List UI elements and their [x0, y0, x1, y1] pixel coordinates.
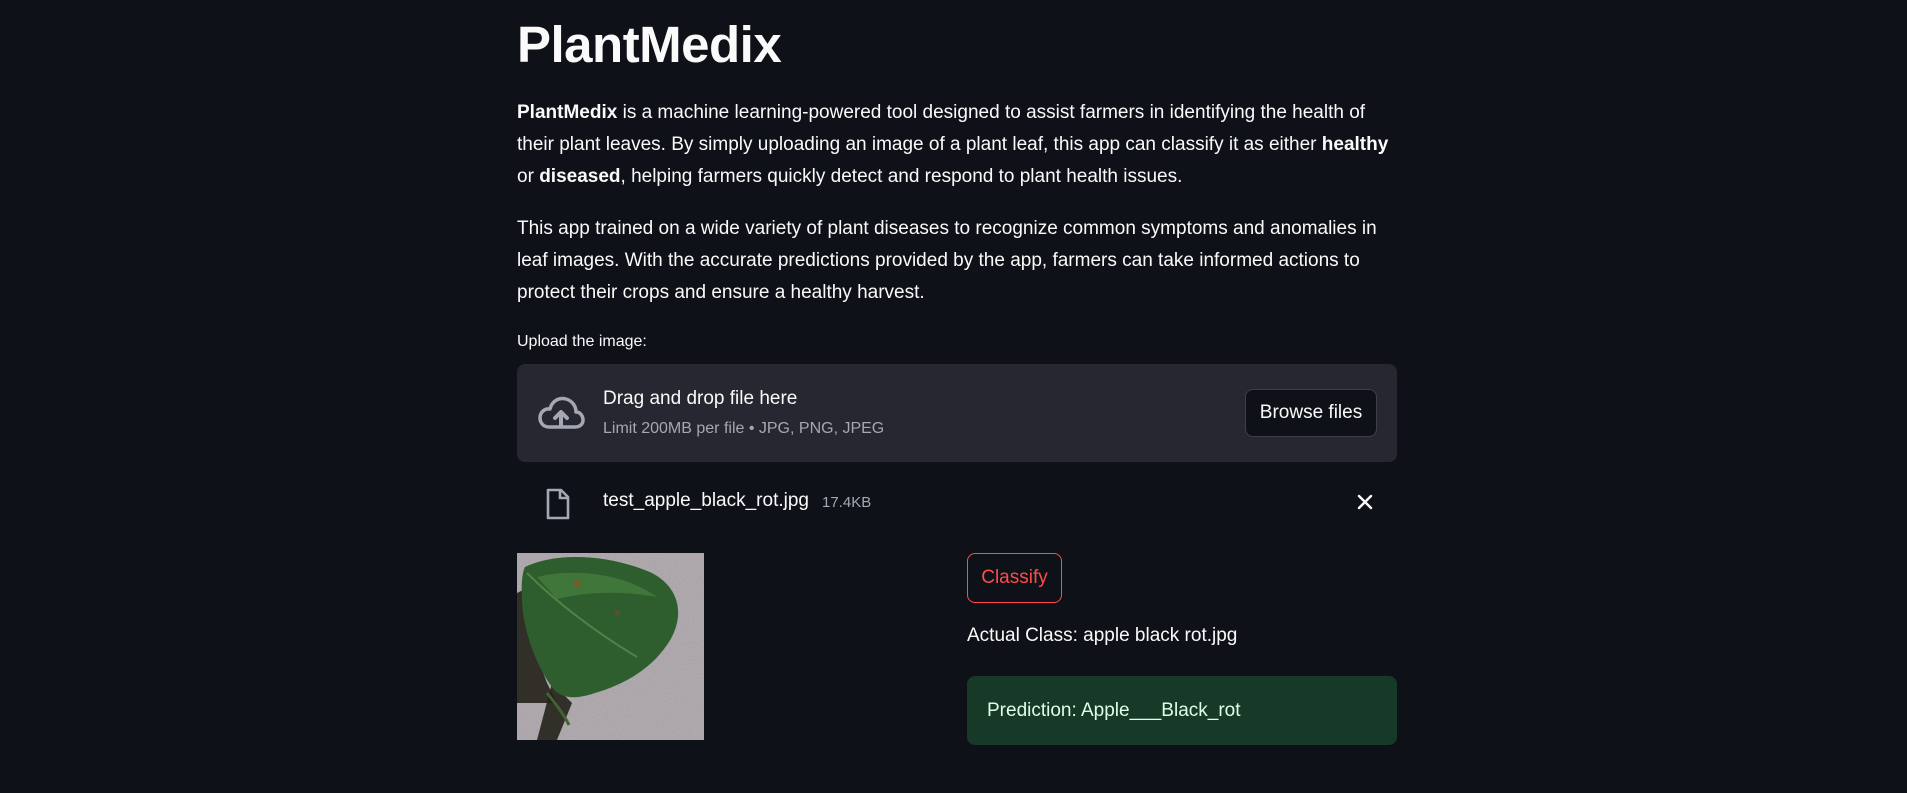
uploaded-file-size: 17.4KB	[822, 494, 872, 511]
dropzone-subtitle: Limit 200MB per file • JPG, PNG, JPEG	[603, 420, 885, 437]
browse-files-button[interactable]: Browse files	[1245, 389, 1377, 437]
file-dropzone[interactable]: Drag and drop file here Limit 200MB per …	[517, 364, 1397, 462]
page-title: PlantMedix	[517, 16, 782, 73]
dropzone-title: Drag and drop file here	[603, 388, 798, 409]
classify-button[interactable]: Classify	[967, 553, 1062, 603]
uploaded-file-name: test_apple_black_rot.jpg	[603, 490, 809, 511]
uploaded-leaf-image	[517, 553, 704, 740]
cloud-upload-icon	[538, 396, 585, 429]
intro-paragraph-1: PlantMedix is a machine learning-powered…	[517, 97, 1397, 193]
intro-text-2: or	[517, 166, 540, 187]
upload-label: Upload the image:	[517, 333, 647, 350]
intro-text-1: is a machine learning-powered tool desig…	[517, 102, 1366, 155]
app-name-bold: PlantMedix	[517, 102, 618, 123]
intro-text-3: , helping farmers quickly detect and res…	[620, 166, 1183, 187]
uploaded-file-row: test_apple_black_rot.jpg 17.4KB	[517, 474, 1397, 530]
prediction-alert: Prediction: Apple___Black_rot	[967, 676, 1397, 745]
healthy-bold: healthy	[1321, 134, 1389, 155]
file-icon	[546, 488, 570, 520]
intro-paragraph-2: This app trained on a wide variety of pl…	[517, 218, 1377, 303]
close-icon[interactable]	[1353, 490, 1377, 514]
prediction-text: Prediction: Apple___Black_rot	[987, 699, 1241, 721]
actual-class-text: Actual Class: apple black rot.jpg	[967, 625, 1238, 646]
diseased-bold: diseased	[539, 166, 621, 187]
